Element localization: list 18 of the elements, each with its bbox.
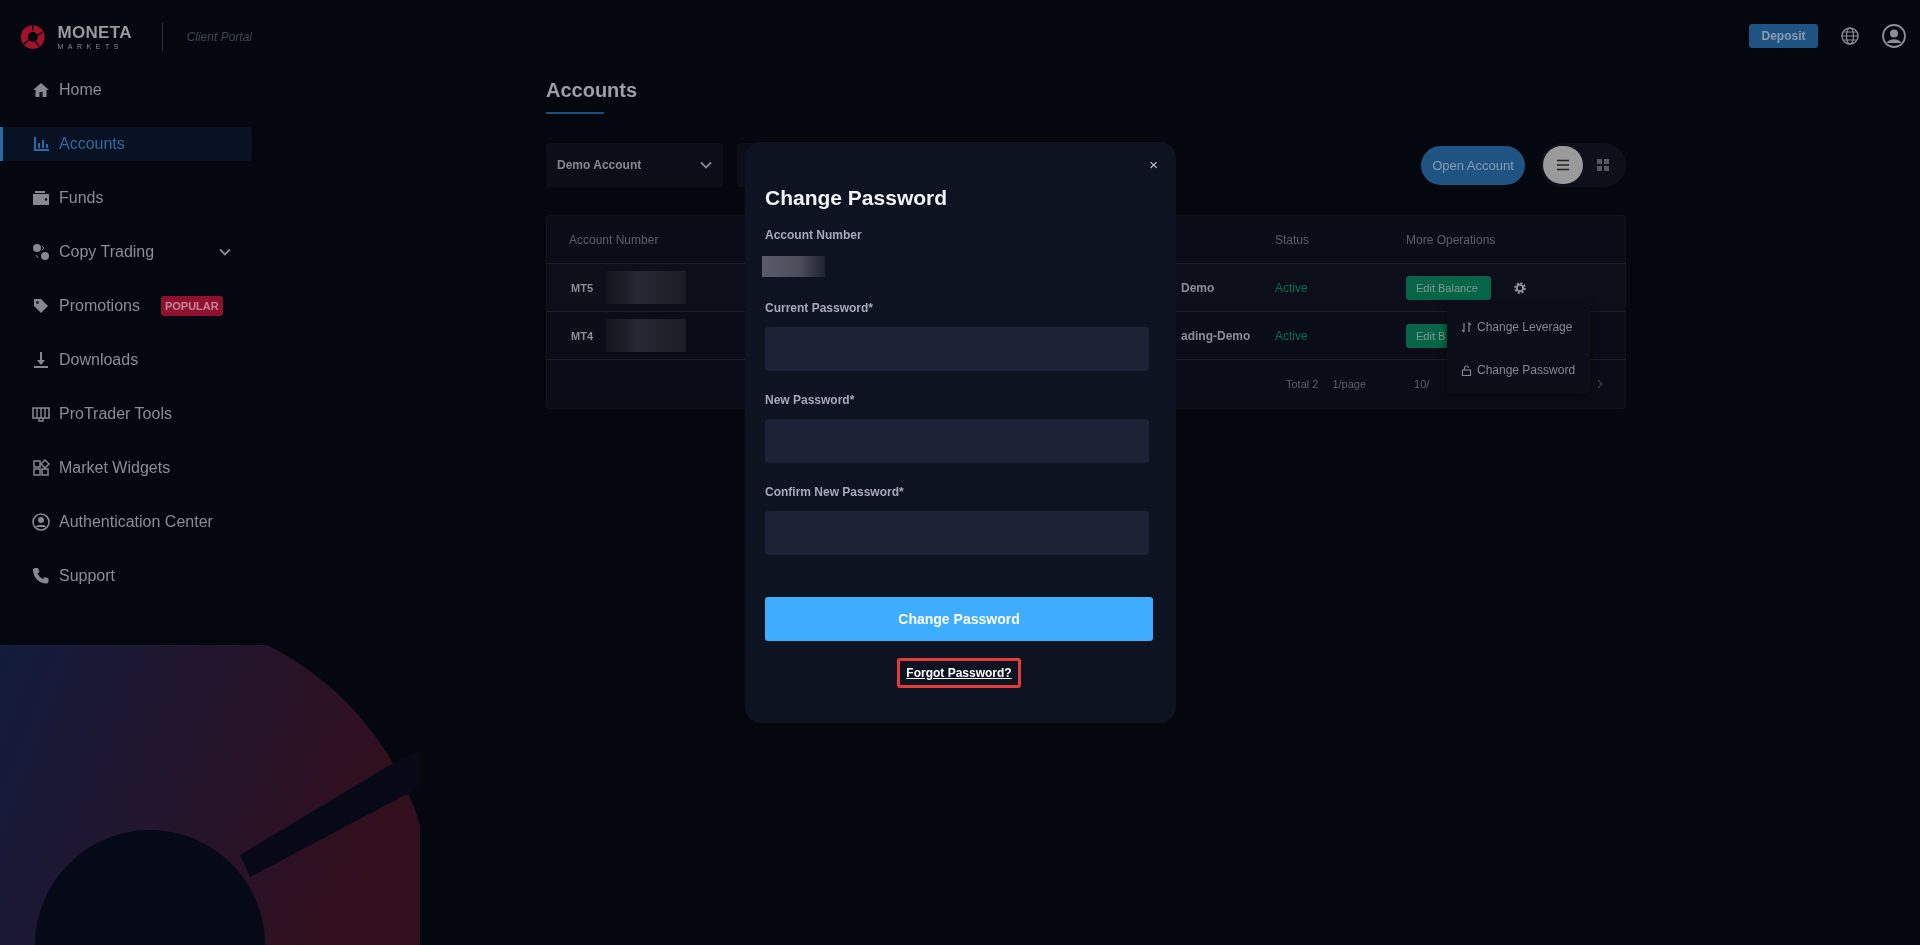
popular-badge: POPULAR [160, 296, 223, 316]
column-header: Account Number [569, 232, 659, 247]
field-label: Confirm New Password* [765, 485, 905, 499]
table-cell-text: Demo [1181, 280, 1216, 295]
status-cell-text: Active [1275, 280, 1309, 295]
dialog-title: Change Password [765, 186, 949, 210]
field-label: Current Password* [765, 301, 875, 315]
column-header: Status [1275, 232, 1310, 247]
status-cell-text: Active [1275, 328, 1309, 343]
page-jump-label: 10/ [1414, 378, 1430, 390]
column-header: More Operations [1406, 232, 1496, 247]
table-cell-text: ading-Demo [1181, 328, 1252, 343]
field-label: New Password* [765, 393, 856, 407]
brand-name: MONETA [57, 23, 132, 41]
portal-label: Client Portal [186, 29, 252, 44]
page-title: Accounts [546, 79, 638, 102]
field-label: Account Number [765, 228, 863, 242]
total-count: Total 2 [1286, 378, 1319, 390]
